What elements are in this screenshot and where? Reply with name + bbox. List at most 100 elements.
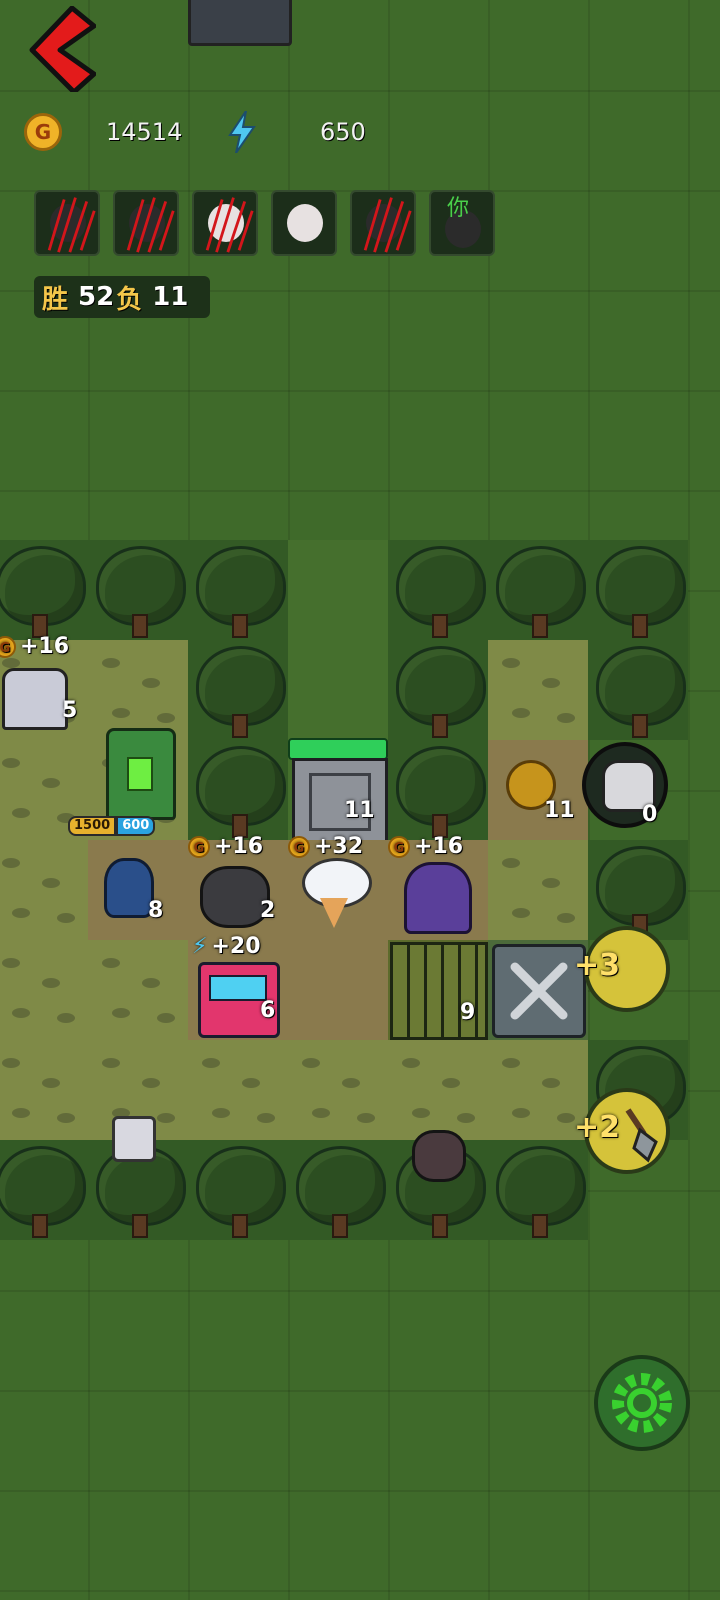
losses-value: 11 xyxy=(152,282,189,312)
tree-tile xyxy=(288,1140,388,1240)
sapphire-icon xyxy=(104,858,154,918)
energy-bolt-icon: ⚡ xyxy=(192,934,208,959)
game-board: G +16 5 1500 600 11 11 0 8 G +16 2 G +32… xyxy=(0,540,708,1240)
trash-cost-bar: 1500 600 xyxy=(68,816,156,836)
shovel-boost-value: +2 xyxy=(574,1110,621,1145)
opponent-avatar[interactable] xyxy=(350,190,416,256)
quill-tile[interactable]: 11 xyxy=(488,740,588,840)
tree-tile xyxy=(388,740,488,840)
coin-icon: G xyxy=(288,835,310,858)
field-tile[interactable] xyxy=(188,1040,288,1140)
settings-button[interactable] xyxy=(594,1355,690,1451)
tree-tile xyxy=(188,740,288,840)
player-avatar[interactable]: 你 xyxy=(429,190,495,256)
defeated-scratch-icon xyxy=(47,197,96,253)
monster-count: 0 xyxy=(642,802,658,827)
field-tile[interactable] xyxy=(488,1040,588,1140)
top-building[interactable] xyxy=(188,0,292,46)
sapphire-tile[interactable]: 8 xyxy=(88,840,188,940)
coin-icon: G xyxy=(0,635,16,658)
opponent-avatar[interactable] xyxy=(192,190,258,256)
opponent-avatar[interactable] xyxy=(34,190,100,256)
purple-ghost-icon xyxy=(404,862,472,934)
quill-level: 11 xyxy=(544,798,575,823)
defeated-scratch-icon xyxy=(205,197,254,253)
tree-tile xyxy=(588,540,688,640)
icecream-tile[interactable]: G +32 xyxy=(288,834,388,940)
tree-tile xyxy=(188,1140,288,1240)
tree-tile xyxy=(588,840,688,940)
workbench-tile[interactable] xyxy=(488,940,588,1040)
back-arrow-icon[interactable] xyxy=(22,6,96,92)
field-tile[interactable] xyxy=(488,840,588,940)
opponent-list: 你 xyxy=(34,190,495,256)
field-tile[interactable] xyxy=(388,1040,488,1140)
arcade-level: 6 xyxy=(260,998,276,1023)
tree-tile xyxy=(388,540,488,640)
defeated-scratch-icon xyxy=(363,197,412,253)
ore-yield: +16 xyxy=(214,834,264,859)
trash-can-tile[interactable]: 1500 600 xyxy=(68,728,188,840)
arcade-yield: +20 xyxy=(211,934,261,959)
cage-tile[interactable]: 9 xyxy=(388,940,488,1040)
coin-icon: G xyxy=(188,835,210,858)
shovel-boost-button[interactable]: +2 xyxy=(574,1088,670,1174)
energy-value: 650 xyxy=(320,118,366,146)
door-level: 11 xyxy=(344,798,375,823)
coin-counter: G 14514 xyxy=(24,110,182,154)
wrench-tools-icon xyxy=(492,944,586,1038)
bed-tile[interactable]: G +16 5 xyxy=(0,634,88,740)
field-tile[interactable] xyxy=(488,640,588,740)
opponent-avatar[interactable] xyxy=(113,190,179,256)
trash-cost-coins: 1500 xyxy=(68,816,117,836)
dirt-tile[interactable] xyxy=(288,940,388,1040)
monster-button[interactable]: 0 xyxy=(582,742,668,828)
trash-cost-energy: 600 xyxy=(116,816,156,836)
opponent-avatar[interactable] xyxy=(271,190,337,256)
grass-tile[interactable] xyxy=(288,540,388,640)
coin-value: 14514 xyxy=(106,118,183,146)
coin-boost-button[interactable]: +3 xyxy=(574,926,670,1012)
loss-label: 负 xyxy=(116,284,143,315)
trash-can-icon xyxy=(106,728,176,820)
bed-level: 5 xyxy=(62,698,78,723)
field-tile[interactable] xyxy=(0,840,88,940)
shovel-icon xyxy=(625,1108,658,1163)
tree-tile xyxy=(388,640,488,740)
coin-icon: G xyxy=(388,835,410,858)
field-tile[interactable] xyxy=(0,940,88,1040)
tree-tile xyxy=(588,640,688,740)
door-health-bar xyxy=(288,738,388,760)
win-loss-record: 胜 52 负 11 xyxy=(34,276,210,318)
ghost-yield: +16 xyxy=(414,834,464,859)
tree-tile xyxy=(0,1140,88,1240)
door-tile[interactable]: 11 xyxy=(288,738,388,844)
gear-icon xyxy=(612,1373,672,1433)
tree-tile xyxy=(188,540,288,640)
ore-level: 2 xyxy=(260,898,276,923)
win-label: 胜 xyxy=(42,284,69,315)
icecream-yield: +32 xyxy=(314,834,364,859)
tree-tile xyxy=(188,640,288,740)
energy-counter: 650 xyxy=(226,110,366,154)
icecream-cone xyxy=(320,898,348,928)
defeated-scratch-icon xyxy=(126,197,175,253)
arcade-tile[interactable]: ⚡ +20 6 xyxy=(188,934,288,1040)
ghost-tile[interactable]: G +16 xyxy=(388,834,488,940)
energy-bolt-icon xyxy=(228,111,256,153)
tree-tile xyxy=(388,1130,488,1240)
ore-tile[interactable]: G +16 2 xyxy=(188,834,288,940)
bed-yield: +16 xyxy=(20,634,70,659)
tree-tile xyxy=(0,540,88,640)
tree-tile xyxy=(488,540,588,640)
grass-tile[interactable] xyxy=(288,640,388,740)
tree-tile xyxy=(88,1116,188,1240)
field-tile[interactable] xyxy=(288,1040,388,1140)
sapphire-level: 8 xyxy=(148,898,164,923)
field-tile[interactable] xyxy=(0,1040,88,1140)
coin-icon: G xyxy=(24,113,62,151)
field-tile[interactable] xyxy=(88,940,188,1040)
field-tile[interactable] xyxy=(88,640,188,740)
small-bed-icon xyxy=(112,1116,156,1162)
cage-level: 9 xyxy=(460,1000,476,1025)
